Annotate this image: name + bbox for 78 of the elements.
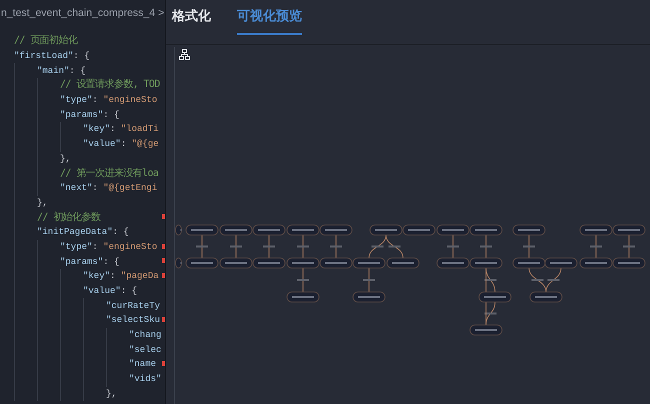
code-line: "selec [129, 344, 162, 356]
breadcrumb-separator: > [158, 6, 164, 21]
code-line: "value": { [83, 285, 138, 298]
code-comment: // 初始化参数 [37, 212, 100, 224]
code-line: "key": "pageDa [83, 270, 159, 282]
graph-node[interactable] [320, 258, 352, 268]
graph-node[interactable] [286, 292, 320, 302]
graph-node[interactable] [286, 258, 320, 268]
graph-node[interactable] [175, 258, 182, 268]
code-line: "vids" [129, 373, 162, 386]
graph-node[interactable] [580, 258, 612, 268]
graph-node[interactable] [436, 258, 470, 268]
graph-node[interactable] [220, 258, 252, 268]
graph-node[interactable] [612, 258, 646, 268]
code-line: "params": { [60, 108, 120, 121]
code-comment: // 设置请求参数, TOD [60, 79, 160, 92]
graph-node[interactable] [175, 224, 182, 236]
code-line: "chang [129, 329, 162, 342]
code-line: "curRateTy [106, 300, 160, 312]
graph-edge [196, 234, 208, 258]
graph-edge [447, 234, 459, 258]
graph-node[interactable] [402, 224, 436, 236]
graph-edge [363, 268, 375, 292]
graph-node[interactable] [370, 224, 402, 236]
graph-node[interactable] [352, 292, 386, 302]
code-line: "params": { [60, 256, 120, 268]
graph-node[interactable] [186, 224, 218, 236]
code-line: "key": "loadTi [83, 123, 159, 136]
graph-edge [480, 234, 492, 258]
graph-edge [297, 268, 309, 292]
graph-edge [297, 234, 309, 258]
hierarchy-icon[interactable] [179, 49, 190, 60]
code-comment: // 页面初始化 [14, 35, 78, 48]
graph-edge [386, 234, 404, 258]
graph-edge [528, 268, 546, 292]
graph-node[interactable] [220, 224, 252, 236]
code-line: "next": "@{getEngi [60, 182, 158, 194]
code-line: "firstLoad": { [14, 50, 90, 62]
graph-node[interactable] [580, 224, 612, 236]
code-line: "name [129, 358, 156, 370]
code-line: "initPageData": { [37, 226, 129, 238]
graph-node[interactable] [352, 258, 386, 268]
graph-edge [368, 234, 386, 258]
code-line: "type": "engineSto [60, 240, 158, 253]
graph-node[interactable] [530, 292, 562, 302]
graph-node[interactable] [186, 258, 218, 268]
code-comment: // 第一次进来没有loa [60, 168, 158, 180]
graph-edge [590, 234, 602, 258]
graph-edge [263, 234, 275, 258]
code-line: }, [106, 388, 117, 400]
code-line: "main": { [37, 64, 86, 77]
tab[interactable]: 可视化预览 [237, 6, 302, 34]
graph-edge [330, 234, 342, 258]
graph-node[interactable] [252, 224, 286, 236]
graph-node[interactable] [386, 258, 420, 268]
graph-node[interactable] [470, 324, 502, 336]
graph-node[interactable] [436, 224, 470, 236]
code-line: "type": "engineSto [60, 94, 158, 106]
tab[interactable]: 格式化 [172, 6, 211, 34]
graph-node[interactable] [252, 258, 286, 268]
graph-node[interactable] [286, 224, 320, 236]
graph-node[interactable] [470, 258, 502, 268]
code-line: "value": "@{ge [83, 138, 159, 150]
graph-edge [623, 234, 635, 258]
graph-node[interactable] [512, 224, 546, 236]
graph-node[interactable] [478, 292, 512, 302]
code-line: "selectSku [106, 314, 160, 326]
graph-node[interactable] [612, 224, 646, 236]
code-line: }, [37, 196, 48, 209]
graph-node[interactable] [512, 258, 546, 268]
graph-node[interactable] [470, 224, 502, 236]
code-line: }, [60, 152, 71, 165]
graph-edge [230, 234, 242, 258]
graph-node[interactable] [544, 258, 578, 268]
graph-node[interactable] [320, 224, 352, 236]
breadcrumb[interactable]: n_test_event_chain_compress_4 [1, 6, 156, 22]
graph-edge [546, 268, 562, 292]
graph-edge [523, 234, 535, 258]
